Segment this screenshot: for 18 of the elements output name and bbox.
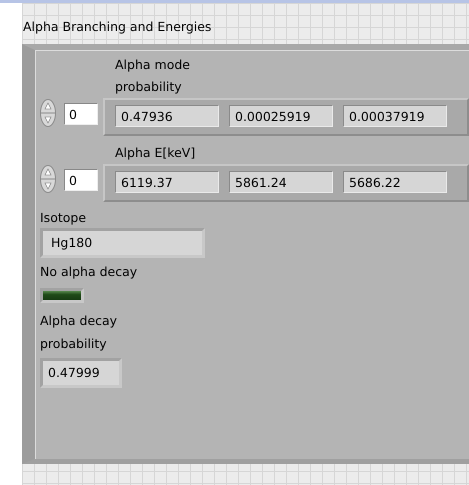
probability-field: 0.47999 [40, 358, 122, 388]
value-field: 5861.24 [229, 171, 333, 193]
value-field: 0.00037919 [343, 105, 447, 127]
value-field: 0.00025919 [229, 105, 333, 127]
field-label: Alpha decay probability [40, 312, 118, 353]
array-label: Alpha mode probability [115, 56, 191, 96]
panel-title: Alpha Branching and Energies [22, 19, 212, 35]
spinner-icon[interactable] [40, 165, 56, 193]
isotope-field: Hg180 [40, 228, 205, 258]
value-field: 0.47936 [115, 105, 219, 127]
array-label: Alpha E[keV] [115, 144, 196, 162]
spinner-icon[interactable] [40, 99, 56, 127]
index-field[interactable]: 0 [64, 103, 98, 125]
index-field[interactable]: 0 [64, 169, 98, 191]
field-label: Isotope [40, 209, 86, 227]
value-field: 5686.22 [343, 171, 447, 193]
indicator-label: No alpha decay [40, 263, 138, 281]
value-field: 6119.37 [115, 171, 219, 193]
